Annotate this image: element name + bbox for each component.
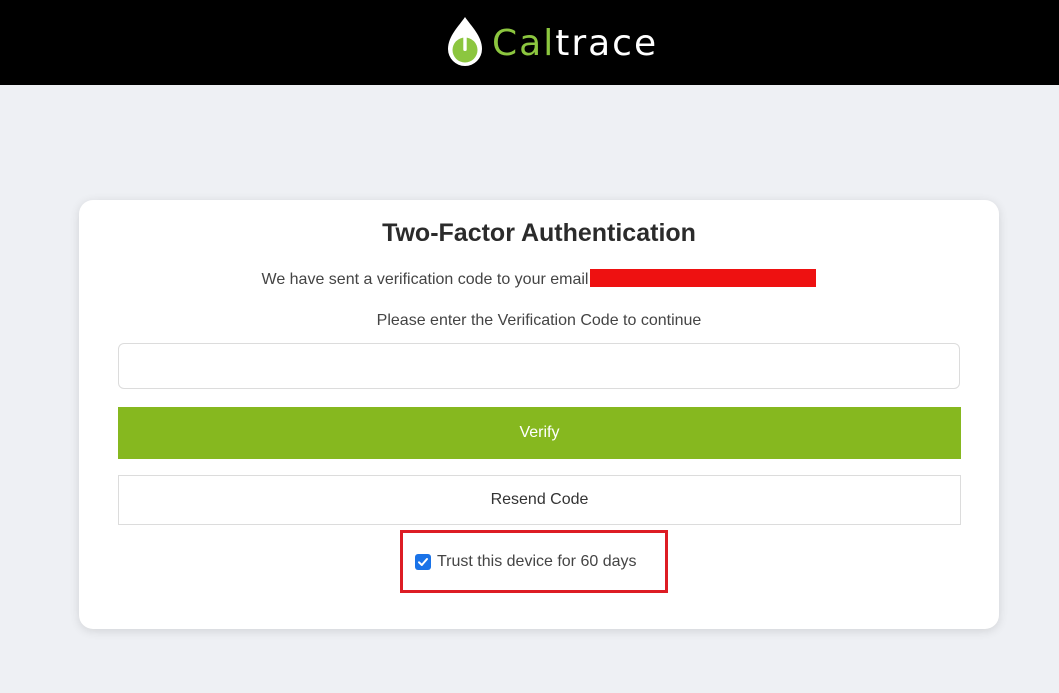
checkmark-icon: [418, 558, 428, 566]
resend-code-button[interactable]: Resend Code: [118, 475, 961, 525]
verification-code-input[interactable]: [118, 343, 960, 389]
brand-wordmark-trace: trace: [555, 23, 659, 64]
trust-device-option[interactable]: Trust this device for 60 days: [415, 551, 637, 573]
brand-wordmark: Caltrace: [492, 26, 658, 62]
brand-wordmark-cal: Cal: [492, 23, 556, 64]
instruction-text: Please enter the Verification Code to co…: [376, 312, 702, 329]
page-title: Two-Factor Authentication: [382, 219, 696, 247]
trust-device-checkbox[interactable]: [415, 554, 431, 570]
code-sent-text: We have sent a verification code to your…: [261, 271, 589, 288]
caltrace-logo[interactable]: Caltrace: [446, 14, 658, 70]
code-sent-message: We have sent a verification code to your…: [79, 269, 999, 291]
redacted-email: [590, 269, 817, 287]
verify-button[interactable]: Verify: [118, 407, 961, 459]
top-header-bar: Caltrace: [0, 0, 1059, 85]
trust-device-label: Trust this device for 60 days: [437, 553, 637, 570]
power-drop-logo-icon: [448, 17, 482, 66]
two-factor-card: Two-Factor Authentication We have sent a…: [79, 200, 999, 629]
